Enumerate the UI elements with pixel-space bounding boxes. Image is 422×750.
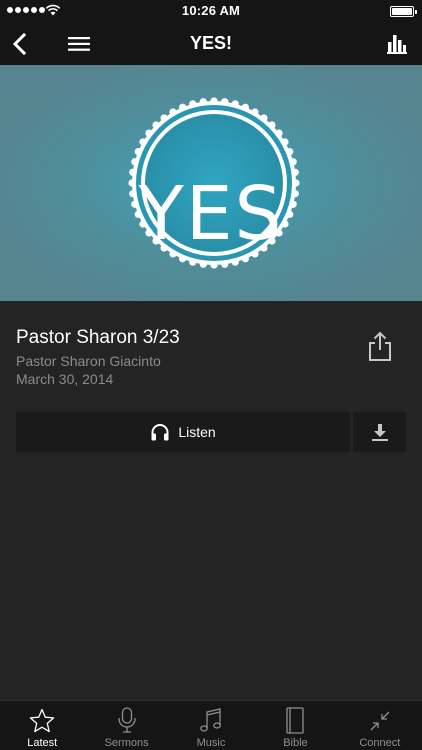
bar-chart-icon bbox=[387, 34, 407, 54]
stats-button[interactable] bbox=[384, 22, 410, 65]
tab-label: Music bbox=[196, 737, 226, 749]
app-screen: 10:26 AM YES! YES Pastor Sharon 3/23 Pas… bbox=[0, 0, 422, 750]
artwork-text: YES bbox=[138, 171, 284, 257]
share-button[interactable] bbox=[366, 330, 394, 362]
sermon-title: Pastor Sharon 3/23 bbox=[16, 327, 180, 348]
back-button[interactable] bbox=[6, 22, 34, 65]
tab-connect[interactable]: Connect bbox=[338, 701, 422, 750]
star-icon bbox=[29, 708, 55, 733]
sermon-date: March 30, 2014 bbox=[16, 371, 114, 387]
share-icon bbox=[369, 331, 391, 361]
tab-latest[interactable]: Latest bbox=[0, 701, 84, 750]
tab-label: Latest bbox=[27, 737, 58, 749]
download-button[interactable] bbox=[353, 412, 406, 452]
sermon-artwork: YES bbox=[0, 65, 422, 301]
listen-label: Listen bbox=[178, 424, 216, 440]
book-icon bbox=[286, 707, 305, 734]
sermon-info: Pastor Sharon 3/23 Pastor Sharon Giacint… bbox=[0, 301, 422, 411]
tab-music[interactable]: Music bbox=[169, 701, 253, 750]
tab-sermons[interactable]: Sermons bbox=[84, 701, 168, 750]
chevron-left-icon bbox=[12, 32, 27, 55]
download-icon bbox=[371, 424, 388, 441]
battery-icon bbox=[390, 6, 417, 17]
listen-button[interactable]: Listen bbox=[16, 412, 350, 452]
menu-button[interactable] bbox=[64, 22, 94, 65]
page-title: YES! bbox=[189, 33, 232, 53]
tab-bar: Latest Sermons Music Bible Connect bbox=[0, 700, 422, 750]
tab-label: Sermons bbox=[104, 737, 149, 749]
hamburger-menu-icon bbox=[68, 36, 90, 51]
tab-bible[interactable]: Bible bbox=[253, 701, 337, 750]
navigation-bar: YES! bbox=[0, 22, 422, 65]
status-time: 10:26 AM bbox=[181, 3, 241, 18]
headphones-icon bbox=[151, 424, 169, 441]
tab-label: Connect bbox=[359, 737, 401, 749]
connect-arrows-icon bbox=[370, 711, 390, 731]
music-note-icon bbox=[200, 708, 221, 732]
sermon-speaker: Pastor Sharon Giacinto bbox=[16, 353, 161, 369]
status-bar: 10:26 AM bbox=[0, 0, 422, 22]
tab-label: Bible bbox=[283, 737, 308, 749]
microphone-icon bbox=[117, 707, 136, 733]
